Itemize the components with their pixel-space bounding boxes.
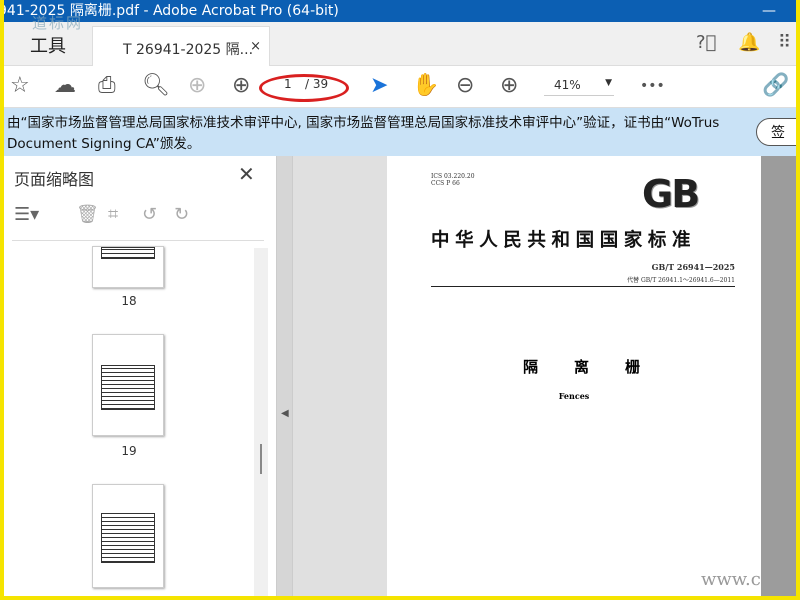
page-margin bbox=[761, 156, 796, 596]
red-circle-annotation bbox=[259, 74, 349, 102]
signature-panel-button[interactable]: 签 bbox=[756, 118, 796, 146]
tab-document[interactable]: T 26941-2025 隔... × bbox=[92, 26, 270, 67]
thumbnail-page-number: 18 bbox=[121, 294, 137, 308]
delete-icon[interactable]: 🗑 bbox=[76, 204, 99, 225]
acrobat-window: 941-2025 隔离栅.pdf - Adobe Acrobat Pro (64… bbox=[4, 0, 796, 596]
page-number-input[interactable]: 1 bbox=[284, 77, 292, 91]
zoom-select[interactable]: 41% ▼ bbox=[544, 76, 614, 96]
divider bbox=[431, 286, 735, 287]
toolbar: ☆ ☁ ⎙ 🔍︎ ⊕ ⊕ 1 / 39 ➤ ✋ ⊖ ⊕ 41% ▼ ••• 🔗 bbox=[4, 66, 796, 108]
print-icon[interactable]: ⎙ bbox=[98, 73, 116, 99]
gb-logo: GB bbox=[642, 172, 700, 216]
help-icon[interactable]: ?⃝ bbox=[696, 32, 716, 53]
crop-icon[interactable]: ⌗ bbox=[108, 204, 118, 225]
divider bbox=[12, 240, 264, 241]
tab-bar: 道标网 工具 T 26941-2025 隔... × ?⃝ 🔔 ⠿ bbox=[4, 14, 796, 67]
collapse-panel-handle[interactable]: ◀ bbox=[277, 156, 293, 596]
watermark-logo: 道标网 bbox=[32, 14, 84, 32]
next-page-icon[interactable]: ⊕ bbox=[232, 73, 250, 99]
zoom-in-icon[interactable]: ⊕ bbox=[500, 73, 518, 99]
page-thumbnail[interactable] bbox=[92, 484, 164, 588]
signature-message-line2: Document Signing CA”颁发。 bbox=[7, 136, 201, 152]
tab-tools[interactable]: 工具 bbox=[30, 32, 66, 58]
tab-document-label: T 26941-2025 隔... bbox=[123, 42, 254, 58]
search-icon[interactable]: 🔍︎ bbox=[142, 73, 170, 99]
prev-page-icon[interactable]: ⊕ bbox=[188, 73, 206, 99]
zoom-value: 41% bbox=[554, 78, 581, 92]
document-view: ◀ ICS 03.220.20 CCS P 66 GB 中华人民共和国国家标准 … bbox=[277, 156, 796, 596]
zoom-out-icon[interactable]: ⊖ bbox=[456, 73, 474, 99]
ccs-code: CCS P 66 bbox=[431, 180, 460, 187]
cloud-upload-icon[interactable]: ☁ bbox=[54, 73, 76, 99]
thumbnail-page-number: 19 bbox=[121, 444, 137, 458]
scrollbar-thumb[interactable] bbox=[260, 444, 262, 474]
close-tab-icon[interactable]: × bbox=[250, 39, 261, 54]
more-tools-button[interactable]: ••• bbox=[640, 73, 665, 99]
page-total: / 39 bbox=[305, 77, 329, 91]
select-cursor-icon[interactable]: ➤ bbox=[370, 73, 388, 99]
signature-message-line1: 由“国家市场监督管理总局国家标准技术审评中心, 国家市场监督管理总局国家标准技术… bbox=[7, 115, 720, 131]
bell-icon[interactable]: 🔔 bbox=[738, 32, 760, 53]
pdf-page: ICS 03.220.20 CCS P 66 GB 中华人民共和国国家标准 GB… bbox=[387, 156, 796, 596]
link-icon[interactable]: 🔗 bbox=[762, 73, 789, 99]
replaces-standard: 代替 GB/T 26941.1～26941.6—2011 bbox=[627, 277, 735, 284]
standard-heading: 中华人民共和国国家标准 bbox=[431, 230, 697, 251]
standard-title-cn: 隔离栅 bbox=[523, 358, 677, 376]
page-thumbnail[interactable] bbox=[92, 334, 164, 436]
minimize-button[interactable]: — bbox=[762, 0, 776, 22]
chevron-left-icon: ◀ bbox=[281, 408, 289, 419]
page-thumbnail[interactable] bbox=[92, 246, 164, 288]
thumbnail-options-icon[interactable]: ☰▾ bbox=[14, 204, 39, 225]
hand-icon[interactable]: ✋ bbox=[412, 73, 439, 99]
close-panel-icon[interactable]: ✕ bbox=[238, 162, 255, 186]
apps-grid-icon[interactable]: ⠿ bbox=[778, 32, 791, 53]
signature-bar: 由“国家市场监督管理总局国家标准技术审评中心, 国家市场监督管理总局国家标准技术… bbox=[4, 108, 796, 156]
ics-code: ICS 03.220.20 bbox=[431, 173, 475, 180]
rotate-left-icon[interactable]: ↺ bbox=[142, 204, 157, 225]
rotate-right-icon[interactable]: ↻ bbox=[174, 204, 189, 225]
standard-number: GB/T 26941—2025 bbox=[651, 262, 735, 272]
panel-scrollbar[interactable] bbox=[254, 248, 268, 596]
chevron-down-icon: ▼ bbox=[605, 78, 612, 88]
panel-title: 页面缩略图 bbox=[14, 170, 95, 189]
star-icon[interactable]: ☆ bbox=[10, 73, 30, 99]
thumbnail-panel: 页面缩略图 ✕ ☰▾ 🗑 ⌗ ↺ ↻ 18 19 bbox=[4, 156, 277, 596]
standard-title-en: Fences bbox=[558, 391, 590, 401]
title-bar: 941-2025 隔离栅.pdf - Adobe Acrobat Pro (64… bbox=[4, 0, 796, 22]
